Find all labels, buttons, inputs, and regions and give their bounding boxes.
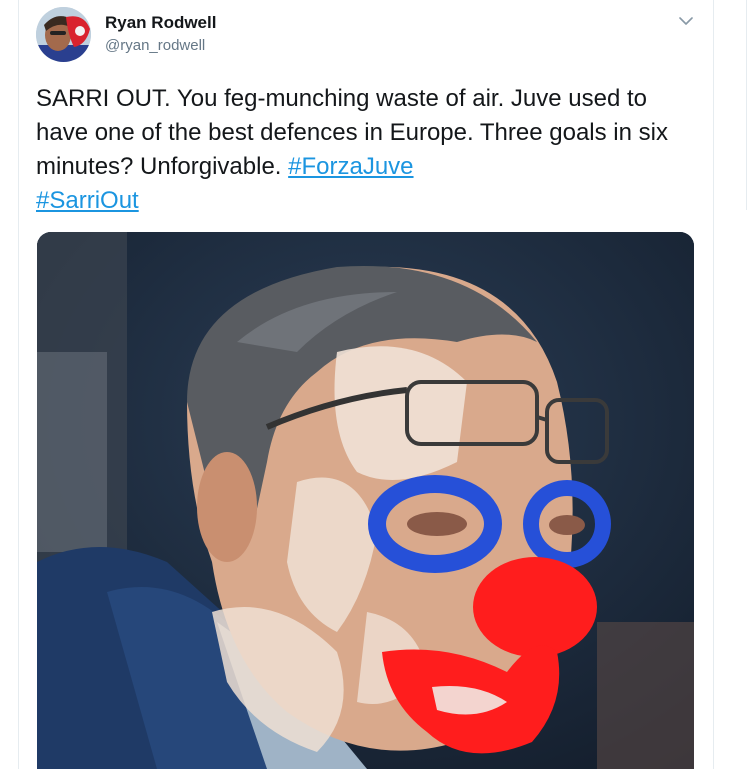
chevron-down-icon [679, 16, 693, 25]
hashtag-link-forzajuve[interactable]: #ForzaJuve [288, 153, 413, 180]
author-name[interactable]: Ryan Rodwell [105, 13, 216, 33]
author-handle[interactable]: @ryan_rodwell [105, 37, 205, 54]
tweet-media-image[interactable] [37, 232, 694, 769]
tweet-card[interactable]: Ryan Rodwell @ryan_rodwell SARRI OUT. Yo… [19, 0, 713, 769]
author-avatar[interactable] [36, 7, 91, 62]
timeline-border-right [713, 0, 714, 769]
sidebar-border [746, 0, 747, 210]
hashtag-link-sarriout[interactable]: #SarriOut [36, 187, 139, 214]
tweet-text: SARRI OUT. You feg-munching waste of air… [36, 82, 696, 218]
tweet-menu-button[interactable] [675, 10, 697, 32]
